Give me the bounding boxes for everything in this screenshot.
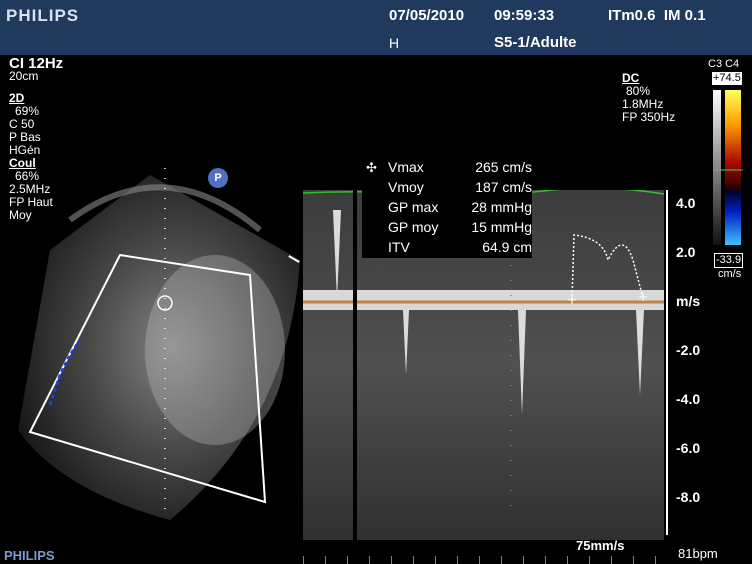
crosshair-icon: ✣: [366, 160, 377, 175]
dc-filter: FP 350Hz: [622, 110, 676, 124]
indices-label: ITm0.6 IM 0.1: [608, 7, 706, 24]
measure-value-vmax: 265 cm/s: [475, 159, 532, 175]
axis-tick-2: 2.0: [676, 244, 696, 260]
date-label: 07/05/2010: [389, 7, 465, 24]
velocity-axis-line: [666, 190, 668, 535]
axis-tick-neg4: -4.0: [676, 391, 701, 407]
measure-value-gpmax: 28 mmHg: [471, 199, 532, 215]
probe-orientation-icon: P: [208, 168, 228, 188]
sweep-speed-label: 75mm/s: [576, 538, 625, 553]
time-label: 09:59:33: [494, 7, 555, 24]
colorbar-max: +74.5: [712, 72, 742, 85]
axis-tick-4: 4.0: [676, 195, 696, 211]
measure-label-itv: ITV: [388, 239, 410, 255]
measurement-panel: ✣ Vmax 265 cm/s Vmoy 187 cm/s GP max 28 …: [362, 158, 532, 258]
colorbar-channels: C3 C4: [708, 58, 740, 70]
measure-label-gpmoy: GP moy: [388, 219, 439, 235]
footer-brand-logo: PHILIPS: [4, 548, 55, 563]
measure-label-gpmax: GP max: [388, 199, 439, 215]
time-ticks: [303, 556, 664, 564]
measure-value-vmoy: 187 cm/s: [475, 179, 532, 195]
colorbar-unit: cm/s: [718, 268, 742, 280]
svg-text:+: +: [567, 293, 577, 307]
sector-image: [18, 168, 300, 520]
axis-tick-neg8: -8.0: [676, 489, 701, 505]
axis-unit: m/s: [676, 293, 701, 309]
measure-value-gpmoy: 15 mmHg: [471, 219, 532, 235]
header-bar: PHILIPS 07/05/2010 09:59:33 ITm0.6 IM 0.…: [0, 0, 752, 55]
axis-tick-neg6: -6.0: [676, 440, 701, 456]
velocity-colorbar: [713, 90, 743, 245]
colorbar-min: -33.9: [714, 253, 744, 268]
svg-text:+: +: [638, 290, 648, 304]
heart-rate-label: 81bpm: [678, 546, 718, 561]
measure-label-vmoy: Vmoy: [388, 179, 424, 195]
brand-logo: PHILIPS: [6, 6, 80, 25]
measure-value-itv: 64.9 cm: [482, 239, 532, 255]
measure-label-vmax: Vmax: [388, 159, 424, 175]
probe-preset-label: S5-1/Adulte: [494, 34, 577, 51]
axis-tick-neg2: -2.0: [676, 342, 701, 358]
marker-label: H: [389, 35, 400, 51]
right-params: DC 80% 1.8MHz FP 350Hz: [622, 72, 675, 124]
